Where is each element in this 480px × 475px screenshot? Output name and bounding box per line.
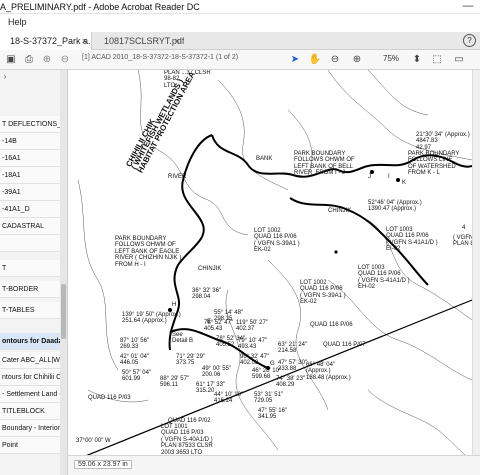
map-label: H: [172, 302, 177, 308]
document-label: [1] ACAD 2010_18-S-37372-18-S-37372-1 (1…: [82, 54, 239, 61]
map-label: 71° 29' 29" 373.75: [176, 354, 206, 367]
map-label: 119° 50' 27" 402.37: [236, 320, 268, 333]
map-label: 36° 32' 36" 298.04: [192, 288, 222, 301]
map-label: 87° 10' 56" 269.33: [120, 338, 150, 351]
fit-width-icon[interactable]: ⬍: [410, 52, 424, 68]
map-label: 49° 00' 55" 200.06: [202, 366, 232, 379]
map-label: 44° 10' 10" 416.24: [214, 392, 244, 405]
scrollbar-thumb[interactable]: [61, 284, 66, 339]
map-label: PARK BOUNDARY FOLLOWS LINE OF WATERSHED …: [408, 151, 460, 177]
map-label: 96° 32' 47" 402.08: [240, 354, 270, 367]
print-icon[interactable]: ⎙: [22, 52, 36, 68]
document-view[interactable]: PLAN ...37 CLSR 98-82 LTO CHIHILII CHIK …: [68, 70, 472, 463]
close-icon[interactable]: ×: [175, 32, 180, 50]
map-label: 78° 52' 34" 405.52: [216, 336, 246, 349]
bookmark-item[interactable]: -39A1: [0, 184, 60, 201]
map-label: LOT 1003 QUAD 116 P/06 ( VGFN S-41A1/D )…: [386, 227, 438, 253]
map-label: J: [368, 174, 371, 180]
arrow-up-icon[interactable]: ⊕: [40, 52, 54, 68]
collapse-panel-icon[interactable]: ›: [0, 70, 10, 84]
bookmark-item[interactable]: T: [0, 260, 60, 277]
title-bar: A_PRELIMINARY.pdf - Adobe Acrobat Reader…: [0, 0, 480, 14]
map-label: 42° 01' 04" 446.05: [120, 354, 150, 367]
menu-bar: Help: [0, 14, 480, 32]
bookmark-item[interactable]: -41A1_D: [0, 201, 60, 218]
tab-label: 18-S-37372_Park a...: [10, 36, 92, 46]
bookmark-item-selected[interactable]: ontours for Daadzai: [0, 333, 60, 350]
map-label: 50° 57' 04" 601.99: [122, 370, 152, 383]
bookmark-item[interactable]: TITLEBLOCK: [0, 403, 60, 420]
map-label: LOT 1001 QUAD 116 P/03 ( VGFN S-40A1/D )…: [161, 424, 213, 456]
tab-label: 10817SCLSRYT.pdf: [104, 36, 184, 46]
map-label: ( VGFN PLAN 8138: [453, 235, 472, 248]
bookmark-item[interactable]: CADASTRAL: [0, 218, 60, 235]
bookmark-item[interactable]: Point: [0, 437, 60, 454]
bookmark-item[interactable]: T-TABLES: [0, 302, 60, 319]
close-icon[interactable]: ×: [82, 32, 87, 50]
bookmarks-scrollbar[interactable]: [60, 70, 67, 475]
tab-clsryt-document[interactable]: 10817SCLSRYT.pdf ×: [94, 32, 184, 50]
menu-help[interactable]: Help: [8, 17, 27, 27]
map-label: 66° 48' 04" (Approx.) 188.48 (Approx.): [306, 362, 351, 381]
bookmarks-panel: › T DEFLECTIONS_COO -14B -16A1 -18A1 -39…: [0, 70, 68, 475]
cursor-icon[interactable]: ➤: [288, 52, 302, 68]
tab-bar: 18-S-37372_Park a... × 10817SCLSRYT.pdf …: [0, 32, 480, 50]
map-label: CHINJIK: [198, 266, 222, 272]
map-label: 4: [462, 225, 466, 231]
document-scrollbar[interactable]: [472, 70, 480, 463]
page-size: 59.06 x 23.97 in: [74, 460, 132, 469]
bookmark-item[interactable]: -16A1: [0, 150, 60, 167]
map-label: 88° 29' 57" 596.11: [160, 376, 190, 389]
tab-park-document[interactable]: 18-S-37372_Park a... ×: [0, 32, 92, 50]
toolbar: ▣ ⎙ ⊕ ⊖ [1] ACAD 2010_18-S-37372-18-S-37…: [0, 50, 480, 70]
map-label: 74° 38' 23" 408.29: [276, 376, 306, 389]
bookmark-item[interactable]: [0, 235, 60, 252]
map-label: QUAD 116 P/06: [310, 322, 353, 328]
map-label: K: [402, 180, 407, 186]
bookmark-item[interactable]: T DEFLECTIONS_COO: [0, 116, 60, 133]
map-label: QUAD 116 P/02: [168, 418, 211, 424]
bookmark-item[interactable]: Boundary - Interior: [0, 420, 60, 437]
map-label: 47° 57' 30" 233.88: [278, 360, 308, 373]
map-label: 53° 31' 51" 729.05: [254, 392, 284, 405]
arrow-down-icon[interactable]: ⊖: [58, 52, 72, 68]
map-label: 52°46' 04" (Approx.) 1390.47 (Approx.): [368, 200, 422, 213]
bookmark-item[interactable]: T-BORDER: [0, 281, 60, 298]
map-label: 47° 55' 16" 341.95: [258, 408, 288, 421]
hand-icon[interactable]: ✋: [308, 52, 322, 68]
window-title: A_PRELIMINARY.pdf - Adobe Acrobat Reader…: [0, 2, 200, 12]
map-label: PARK BOUNDARY FOLLOWS OHWM OF LEFT BANK …: [115, 236, 182, 268]
bookmark-item[interactable]: -14B: [0, 133, 60, 150]
zoom-out-icon[interactable]: ⊖: [328, 52, 342, 68]
map-label: LOT 1002 QUAD 116 P/06 ( VGFN S-39A1 ) E…: [300, 280, 346, 306]
zoom-level[interactable]: 75%: [383, 54, 399, 63]
bookmark-item[interactable]: - Settlement Land -: [0, 386, 60, 403]
map-label: 37°00' 00" W: [76, 438, 111, 444]
map-label: See Detail B: [172, 332, 194, 345]
bookmark-item[interactable]: Cater ABC_ALL|Wat: [0, 352, 60, 369]
fit-page-icon[interactable]: ⬚: [430, 52, 444, 68]
map-label: CHINJIK: [328, 208, 352, 214]
zoom-in-icon[interactable]: ⊕: [350, 52, 364, 68]
map-label: 21°30' 34" (Approx.) 4847.83 42.97: [416, 132, 470, 151]
status-bar: 59.06 x 23.97 in: [68, 455, 480, 475]
map-label: 78° 52' 47" 405.43: [204, 320, 234, 333]
map-label: PARK BOUNDARY FOLLOWS OHWM OF LEFT BANK …: [294, 151, 355, 177]
map-label: 63° 21' 24" 214.58: [278, 342, 308, 355]
map-label: G: [270, 361, 275, 367]
map-label: BANK: [256, 156, 273, 162]
bookmark-item[interactable]: -18A1: [0, 167, 60, 184]
map-label: 139° 19' 50" (Approx.) 251.64 (Approx.): [122, 312, 181, 325]
map-label: I: [388, 174, 390, 180]
help-icon[interactable]: ?: [463, 34, 476, 47]
map-label: RIVER: [168, 174, 187, 180]
map-label: LOT 1003 QUAD 116 P/06 ( VGFN S-41A1/D )…: [358, 265, 410, 291]
minimize-icon[interactable]: —: [460, 0, 476, 14]
map-label: QUAD 116 P/07: [323, 342, 366, 348]
map-label: LOT 1002 QUAD 116 P/06 ( VGFN S-39A1 ) E…: [254, 228, 300, 254]
save-icon[interactable]: ▣: [4, 52, 18, 68]
map-label: QUAD 116 P/03: [88, 395, 131, 401]
comment-icon[interactable]: ▭: [452, 52, 466, 68]
bookmark-item[interactable]: ntours for Chihilii C: [0, 369, 60, 386]
